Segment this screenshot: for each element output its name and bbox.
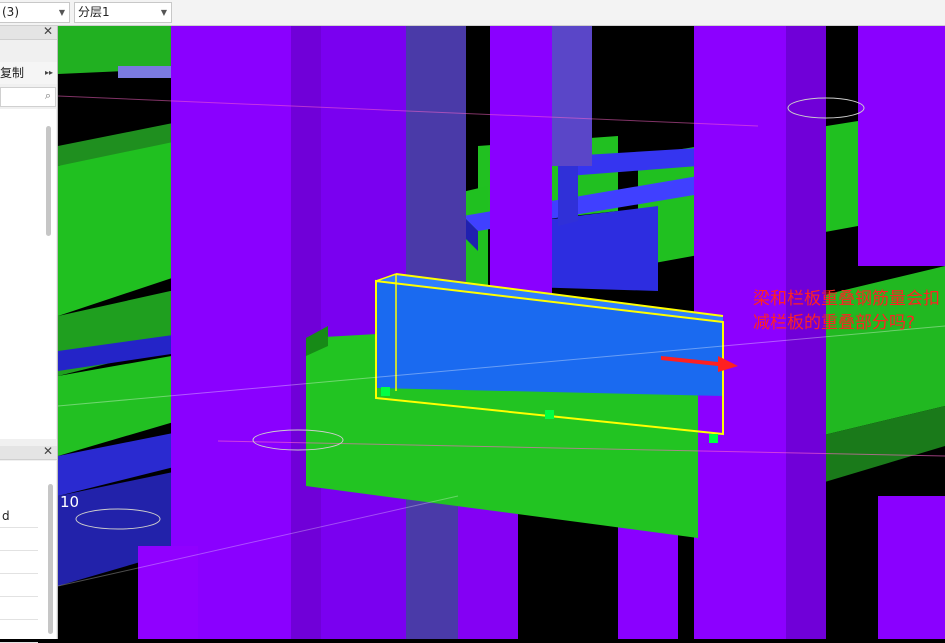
close-icon[interactable]: ✕ — [43, 444, 53, 458]
tree-scrollbar[interactable] — [46, 126, 51, 236]
view-select[interactable]: (3) ▼ — [0, 2, 70, 23]
grip-handle[interactable] — [709, 434, 718, 443]
chevron-down-icon: ▼ — [160, 8, 167, 17]
column-4-side — [552, 26, 592, 166]
grid-cell: d — [2, 509, 10, 523]
3d-viewport[interactable]: 10 梁和栏板重叠钢筋量会扣减栏板的重叠部分吗? — [58, 26, 945, 639]
grid-row[interactable] — [0, 620, 38, 643]
view-select-value: (3) — [2, 5, 19, 19]
properties-panel-header: ✕ — [0, 444, 57, 460]
axis-label: 10 — [60, 493, 80, 511]
grip-handle[interactable] — [381, 387, 390, 396]
chevron-down-icon: ▼ — [58, 8, 65, 17]
properties-scrollbar[interactable] — [48, 484, 53, 634]
column-6 — [858, 26, 945, 266]
left-side-panel: ✕ 复制 ▸▸ ⌕ ✕ d — [0, 24, 58, 643]
copy-label: 复制 — [0, 66, 25, 80]
layer-select[interactable]: 分层1 ▼ — [74, 2, 172, 23]
pier-4 — [878, 496, 945, 639]
copy-tool[interactable]: 复制 ▸▸ — [0, 62, 57, 84]
close-icon[interactable]: ✕ — [43, 24, 53, 38]
grid-row[interactable]: d — [0, 505, 38, 528]
top-toolbar: (3) ▼ 分层1 ▼ — [0, 0, 945, 26]
grid-row[interactable] — [0, 528, 38, 551]
beam-stub — [118, 66, 178, 78]
grid-row[interactable] — [0, 597, 38, 620]
pier-3 — [618, 526, 678, 639]
panel-header: ✕ — [0, 24, 57, 40]
column-4 — [490, 26, 552, 326]
pier-2 — [458, 506, 518, 639]
search-icon[interactable]: ⌕ — [45, 89, 51, 103]
grid-row[interactable] — [0, 574, 38, 597]
pier-1 — [138, 546, 198, 639]
search-input[interactable]: ⌕ — [0, 87, 56, 107]
grip-handle[interactable] — [545, 410, 554, 419]
beam-u-arm — [558, 161, 578, 226]
double-chevron-right-icon[interactable]: ▸▸ — [45, 62, 53, 84]
layer-select-value: 分层1 — [78, 5, 110, 19]
annotation-text: 梁和栏板重叠钢筋量会扣减栏板的重叠部分吗? — [753, 289, 940, 333]
grid-row[interactable] — [0, 551, 38, 574]
